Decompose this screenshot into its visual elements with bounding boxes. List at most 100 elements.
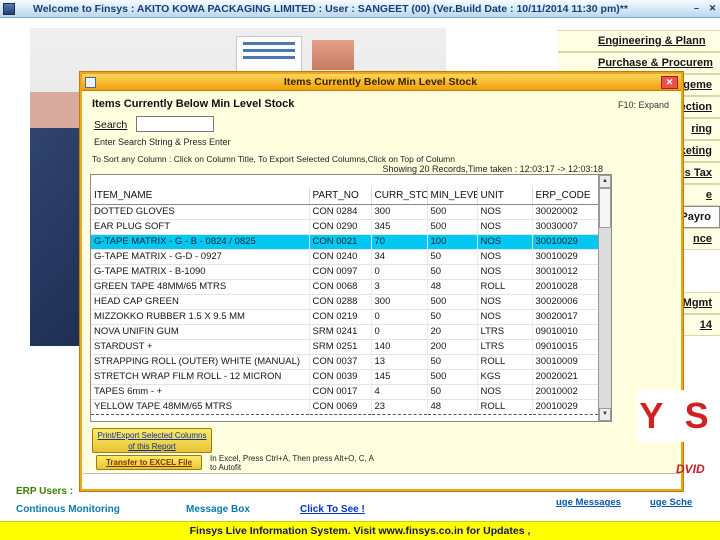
table-cell: 50 [427,264,478,280]
search-input[interactable] [136,116,214,132]
product-label-graphic [236,36,302,74]
table-cell: 0 [371,324,428,340]
scroll-up-icon[interactable]: ▲ [599,175,611,188]
window-title: Welcome to Finsys : AKITO KOWA PACKAGING… [33,2,628,15]
table-cell: G-TAPE MATRIX - G-D - 0927 [91,249,310,265]
table-cell: NOS [477,294,533,310]
table-cell: CON 0284 [309,204,372,220]
message-box-link[interactable]: Message Box [186,504,250,515]
excel-shortcut-hint: In Excel, Press Ctrl+A, Then press Alt+O… [210,454,374,472]
table-cell: 140 [371,339,428,355]
table-cell: CON 0069 [309,398,372,415]
table-cell: DOTTED GLOVES [91,204,310,220]
table-row[interactable]: GREEN TAPE 48MM/65 MTRS CON 0068 3 48 ROLL 20… [91,279,598,295]
dialog-titlebar[interactable]: Items Currently Below Min Level Stock ✕ [82,74,681,91]
table-row[interactable]: TAPES 6mm - + CON 0017 4 50 NOS 20010002 [91,384,598,400]
table-row[interactable]: HEAD CAP GREEN CON 0288 300 500 NOS 30020006 [91,294,598,310]
search-hint: Enter Search String & Press Enter [94,137,231,147]
table-cell: 20010028 [532,279,598,295]
column-header-part_no[interactable]: PART_NO [309,187,372,205]
table-cell: 500 [427,219,478,235]
table-scrollbar[interactable]: ▲ ▼ [598,175,611,421]
search-label: Search [94,119,128,131]
table-cell: 23 [371,398,428,415]
table-row[interactable]: STARDUST + SRM 0251 140 200 LTRS 09010015 [91,339,598,355]
table-cell: 30020017 [532,309,598,325]
table-cell: 48 [427,398,478,415]
table-cell: CON 0097 [309,264,372,280]
table-cell: 20010002 [532,384,598,400]
table-row[interactable]: YELLOW TAPE 48MM/65 MTRS CON 0069 23 48 ROLL… [91,398,598,415]
table-cell: NOS [477,234,533,250]
table-cell: ROLL [477,398,533,415]
click-to-see-link[interactable]: Click To See ! [300,504,365,515]
column-header-item_name[interactable]: ITEM_NAME [91,187,310,205]
table-cell: ROLL [477,279,533,295]
table-cell: CON 0288 [309,294,372,310]
table-cell: ROLL [477,354,533,370]
table-cell: 30030007 [532,219,598,235]
table-row[interactable]: NOVA UNIFIN GUM SRM 0241 0 20 LTRS 09010010 [91,324,598,340]
table-cell: EAR PLUG SOFT [91,219,310,235]
table-cell: LTRS [477,339,533,355]
sort-instructions: To Sort any Column : Click on Column Tit… [92,154,455,164]
table-cell: 0 [371,309,428,325]
table-cell: 50 [427,384,478,400]
table-cell: G-TAPE MATRIX - B-1090 [91,264,310,280]
table-cell: HEAD CAP GREEN [91,294,310,310]
transfer-excel-button[interactable]: Transfer to EXCEL File [96,455,202,470]
column-header-unit[interactable]: UNIT [477,187,533,205]
column-header-erp_code[interactable]: ERP_CODE [532,187,598,205]
table-cell: 30010029 [532,249,598,265]
table-cell: STARDUST + [91,339,310,355]
table-row[interactable]: DOTTED GLOVES CON 0284 300 500 NOS 30020002 [91,204,598,220]
window-close-button[interactable]: ✕ [706,2,719,15]
table-cell: KGS [477,369,533,385]
dialog-icon [85,76,96,88]
table-cell: 34 [371,249,428,265]
table-cell: 500 [427,294,478,310]
print-export-button[interactable]: Print/Export Selected Columns of this Re… [92,428,212,453]
table-row[interactable]: G-TAPE MATRIX - G-D - 0927 CON 0240 34 50 NO… [91,249,598,265]
table-cell: LTRS [477,324,533,340]
messages-link-fragment[interactable]: uge Messages [556,497,621,508]
scrollbar-thumb[interactable] [599,188,611,228]
minimize-button[interactable]: – [690,2,703,15]
table-cell: 500 [427,204,478,220]
table-cell: 30020006 [532,294,598,310]
menu-item-purchase-procurement[interactable]: Purchase & Procurem [558,52,720,74]
table-cell: GREEN TAPE 48MM/65 MTRS [91,279,310,295]
records-info: Showing 20 Records,Time taken : 12:03:17… [382,164,603,174]
table-row[interactable]: STRETCH WRAP FILM ROLL - 12 MICRON CON 00… [91,369,598,385]
dialog-close-button[interactable]: ✕ [661,75,678,89]
table-cell: 3 [371,279,428,295]
window-titlebar: Welcome to Finsys : AKITO KOWA PACKAGING… [0,0,720,18]
table-row[interactable]: MIZZOKKO RUBBER 1.5 X 9.5 MM CON 0219 0 50 N… [91,309,598,325]
table-cell: NOS [477,249,533,265]
table-cell: NOS [477,264,533,280]
table-cell: 48 [427,279,478,295]
menu-item-engineering-planning[interactable]: Engineering & Plann [558,30,720,52]
table-cell: SRM 0251 [309,339,372,355]
table-cell: NOS [477,384,533,400]
table-cell: 09010015 [532,339,598,355]
table-row[interactable]: EAR PLUG SOFT CON 0290 345 500 NOS 30030007 [91,219,598,235]
table-cell: 50 [427,249,478,265]
table-cell: 30020002 [532,204,598,220]
column-header-min_level[interactable]: MIN_LEVEL [427,187,478,205]
scroll-down-icon[interactable]: ▼ [599,408,611,421]
table-cell: CON 0039 [309,369,372,385]
table-row[interactable]: G-TAPE MATRIX - B-1090 CON 0097 0 50 NOS 3001… [91,264,598,280]
expand-hint: F10: Expand [617,100,669,110]
table-cell: SRM 0241 [309,324,372,340]
column-header-curr_stoc[interactable]: CURR_STOC [371,187,428,205]
table-cell: 100 [427,234,478,250]
erp-users-label: ERP Users : [16,486,74,497]
continous-monitoring-link[interactable]: Continous Monitoring [16,504,120,515]
table-row[interactable]: G-TAPE MATRIX - G - B - 0824 / 0825 CON 0… [91,234,598,250]
table-row[interactable]: STRAPPING ROLL (OUTER) WHITE (MANUAL) CON… [91,354,598,370]
table-cell: 50 [427,309,478,325]
table-cell: STRAPPING ROLL (OUTER) WHITE (MANUAL) [91,354,310,370]
schedule-link-fragment[interactable]: uge Sche [650,497,692,508]
table-cell: 4 [371,384,428,400]
